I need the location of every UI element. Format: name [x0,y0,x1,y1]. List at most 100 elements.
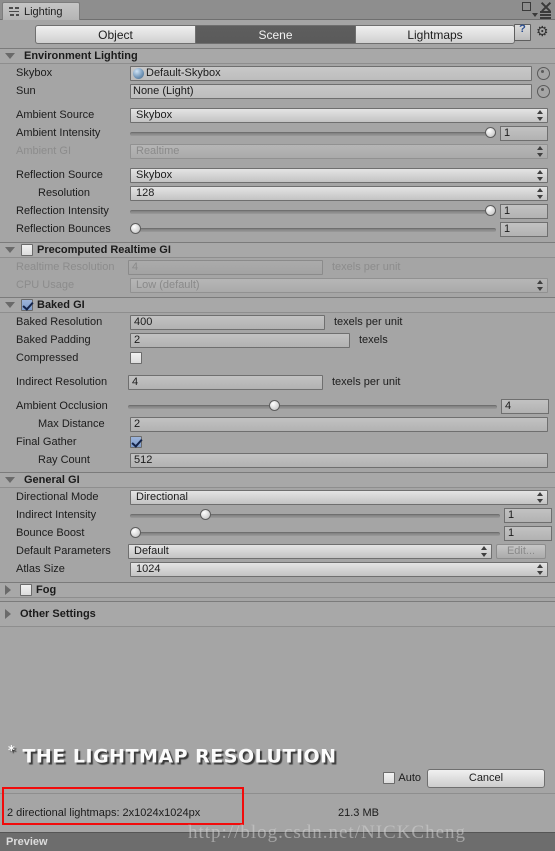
slider-knob[interactable] [130,222,141,234]
auto-bake-toggle[interactable]: Auto [383,772,421,784]
precomputed-realtime-gi-checkbox[interactable] [21,244,33,256]
slider-track [130,531,500,536]
foldout-closed-icon[interactable] [5,609,11,619]
row-reflection-intensity: Reflection Intensity 1 [0,202,555,220]
auto-checkbox[interactable] [383,772,396,784]
minimize-icon[interactable] [522,2,531,11]
reflection-intensity-value[interactable]: 1 [500,203,548,219]
slider-knob[interactable] [269,399,280,411]
reflection-intensity-slider[interactable] [130,204,496,219]
resolution-label: Resolution [38,187,90,199]
atlas-size-dropdown[interactable]: 1024 [130,561,548,577]
section-header-environment-lighting[interactable]: Environment Lighting [0,48,555,64]
foldout-open-icon[interactable] [5,302,15,308]
reflection-bounces-value[interactable]: 1 [500,221,548,237]
indirect-intensity-value[interactable]: 1 [504,507,552,523]
row-max-distance: Max Distance 2 [0,415,555,433]
window-tab-lighting[interactable]: Lighting [2,2,80,20]
ray-count-input[interactable]: 512 [130,452,548,468]
row-atlas-size: Atlas Size 1024 [0,560,555,578]
ambient-occlusion-slider[interactable] [128,399,497,414]
slider-knob[interactable] [485,126,496,138]
foldout-closed-icon[interactable] [5,585,11,595]
bounce-boost-slider[interactable] [130,526,500,541]
indirect-resolution-label: Indirect Resolution [16,376,108,388]
section-header-baked-gi[interactable]: Baked GI [0,297,555,313]
reflection-source-value: Skybox [136,168,173,181]
ambient-intensity-label: Ambient Intensity [16,127,101,139]
skybox-label: Skybox [16,67,53,79]
gear-icon[interactable] [536,24,550,40]
slider-knob[interactable] [200,508,211,520]
directional-mode-label: Directional Mode [16,491,99,503]
updown-arrows-icon [537,187,544,200]
skybox-object-picker-icon[interactable] [537,66,550,80]
max-distance-input[interactable]: 2 [130,416,548,432]
slider-knob[interactable] [485,204,496,216]
ambient-occlusion-value[interactable]: 4 [501,398,549,414]
sun-value: None (Light) [133,84,194,97]
chevron-down-icon[interactable] [532,13,538,17]
compressed-checkbox[interactable] [130,352,142,364]
ambient-intensity-slider[interactable] [130,126,496,141]
mode-tabs: Object Scene Lightmaps [35,24,515,44]
row-ray-count: Ray Count 512 [0,451,555,469]
slider-track [130,513,500,518]
row-cpu-usage: CPU Usage Low (default) [0,276,555,294]
tab-lightmaps[interactable]: Lightmaps [355,24,515,44]
foldout-open-icon[interactable] [5,53,15,59]
row-sun: Sun None (Light) [0,82,555,100]
row-ambient-gi: Ambient GI Realtime [0,142,555,160]
preview-label: Preview [6,836,48,848]
slider-track [130,227,496,232]
sun-object-picker-icon[interactable] [537,84,550,98]
fog-checkbox[interactable] [20,584,32,596]
row-resolution: Resolution 128 [0,184,555,202]
ambient-source-dropdown[interactable]: Skybox [130,107,548,123]
row-ambient-intensity: Ambient Intensity 1 [0,124,555,142]
ambient-gi-label: Ambient GI [16,145,72,157]
foldout-open-icon[interactable] [5,477,15,483]
lightmap-memory-size: 21.3 MB [338,807,379,819]
indirect-intensity-slider[interactable] [130,508,500,523]
ambient-source-label: Ambient Source [16,109,95,121]
window-titlebar: Lighting [0,0,555,20]
indirect-resolution-input[interactable]: 4 [128,374,323,390]
slider-knob[interactable] [130,526,141,538]
cpu-usage-dropdown: Low (default) [130,277,548,293]
sun-object-field[interactable]: None (Light) [130,83,532,99]
bounce-boost-value[interactable]: 1 [504,525,552,541]
bounce-boost-label: Bounce Boost [16,527,85,539]
hamburger-menu-icon[interactable] [540,11,551,19]
section-header-general-gi[interactable]: General GI [0,472,555,488]
section-header-precomputed-realtime-gi[interactable]: Precomputed Realtime GI [0,242,555,258]
row-indirect-intensity: Indirect Intensity 1 [0,506,555,524]
ambient-intensity-value[interactable]: 1 [500,125,548,141]
directional-mode-dropdown[interactable]: Directional [130,489,548,505]
baked-padding-input[interactable]: 2 [130,332,350,348]
row-ambient-occlusion: Ambient Occlusion 4 [0,397,555,415]
skybox-object-field[interactable]: Default-Skybox [130,65,532,81]
auto-label: Auto [398,772,421,784]
reflection-source-dropdown[interactable]: Skybox [130,167,548,183]
row-baked-resolution: Baked Resolution 400 texels per unit [0,313,555,331]
preview-statusbar[interactable]: Preview [0,832,555,851]
tab-object[interactable]: Object [35,24,195,44]
reflection-bounces-slider[interactable] [130,222,496,237]
realtime-resolution-input: 4 [128,259,323,275]
realtime-resolution-unit: texels per unit [332,261,401,273]
tab-scene[interactable]: Scene [195,24,355,44]
resolution-dropdown[interactable]: 128 [130,185,548,201]
section-header-other-settings[interactable]: Other Settings [0,601,555,627]
baked-resolution-input[interactable]: 400 [130,314,325,330]
foldout-open-icon[interactable] [5,247,15,253]
section-header-fog[interactable]: Fog [0,582,555,598]
default-parameters-dropdown[interactable]: Default [128,543,492,559]
section-title: Other Settings [20,608,96,620]
directional-mode-value: Directional [136,490,188,503]
help-icon[interactable] [514,23,531,41]
final-gather-checkbox[interactable] [130,436,142,448]
cancel-button[interactable]: Cancel [427,768,545,788]
row-final-gather: Final Gather [0,433,555,451]
baked-gi-checkbox[interactable] [21,299,33,311]
